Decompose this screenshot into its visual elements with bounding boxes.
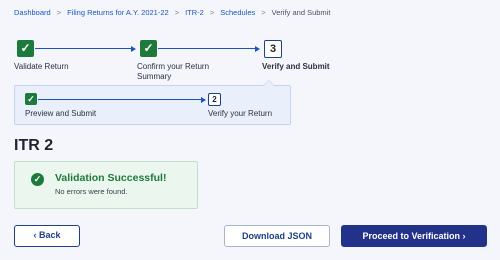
validation-success-box bbox=[14, 161, 198, 209]
chevron-right-icon: › bbox=[462, 231, 466, 241]
arrow-right-icon bbox=[255, 45, 260, 52]
step-1-label: Validate Return bbox=[14, 62, 69, 71]
step-3-label: Verify and Submit bbox=[262, 62, 330, 71]
breadcrumb-separator: > bbox=[174, 8, 180, 17]
breadcrumb: Dashboard > Filing Returns for A.Y. 2021-2… bbox=[14, 8, 330, 17]
arrow-right-icon bbox=[201, 96, 206, 103]
back-button[interactable]: ‹ Back bbox=[14, 225, 80, 247]
proceed-button-label: Proceed to Verification bbox=[362, 231, 460, 241]
breadcrumb-current: Verify and Submit bbox=[271, 8, 331, 17]
substep-1-check-icon: ✓ bbox=[25, 93, 37, 105]
step-2-label-line1: Confirm your Return bbox=[137, 62, 210, 71]
download-json-button[interactable]: Download JSON bbox=[224, 225, 330, 247]
back-button-label: Back bbox=[39, 230, 61, 240]
breadcrumb-separator: > bbox=[56, 8, 62, 17]
check-circle-icon: ✓ bbox=[31, 173, 44, 186]
breadcrumb-itr2[interactable]: ITR-2 bbox=[185, 8, 204, 17]
proceed-to-verification-button[interactable]: Proceed to Verification › bbox=[341, 225, 487, 247]
chevron-left-icon: ‹ bbox=[33, 230, 37, 240]
download-json-label: Download JSON bbox=[241, 231, 312, 241]
validation-title: Validation Successful! bbox=[55, 172, 167, 184]
breadcrumb-dashboard[interactable]: Dashboard bbox=[14, 8, 51, 17]
step-2-label: Confirm your Return Summary bbox=[137, 62, 209, 81]
substep-2-number: 2 bbox=[208, 93, 221, 106]
substep-connector bbox=[38, 99, 202, 100]
step-2-check-icon: ✓ bbox=[140, 40, 157, 57]
substep-2-label: Verify your Return bbox=[208, 109, 273, 118]
subpanel-caret-fill bbox=[264, 81, 274, 86]
substep-1-label: Preview and Submit bbox=[25, 109, 97, 118]
page-title: ITR 2 bbox=[14, 137, 54, 154]
step-2-label-line2: Summary bbox=[137, 71, 172, 81]
substep-panel bbox=[14, 85, 291, 125]
breadcrumb-schedules[interactable]: Schedules bbox=[220, 8, 255, 17]
validation-message: No errors were found. bbox=[55, 187, 128, 196]
arrow-right-icon bbox=[131, 45, 136, 52]
step-1-check-icon: ✓ bbox=[17, 40, 34, 57]
breadcrumb-separator: > bbox=[209, 8, 215, 17]
breadcrumb-separator: > bbox=[261, 8, 266, 17]
step-connector bbox=[35, 48, 132, 49]
breadcrumb-filing-returns[interactable]: Filing Returns for A.Y. 2021-22 bbox=[67, 8, 169, 17]
step-3-number: 3 bbox=[264, 40, 282, 58]
step-connector bbox=[158, 48, 256, 49]
